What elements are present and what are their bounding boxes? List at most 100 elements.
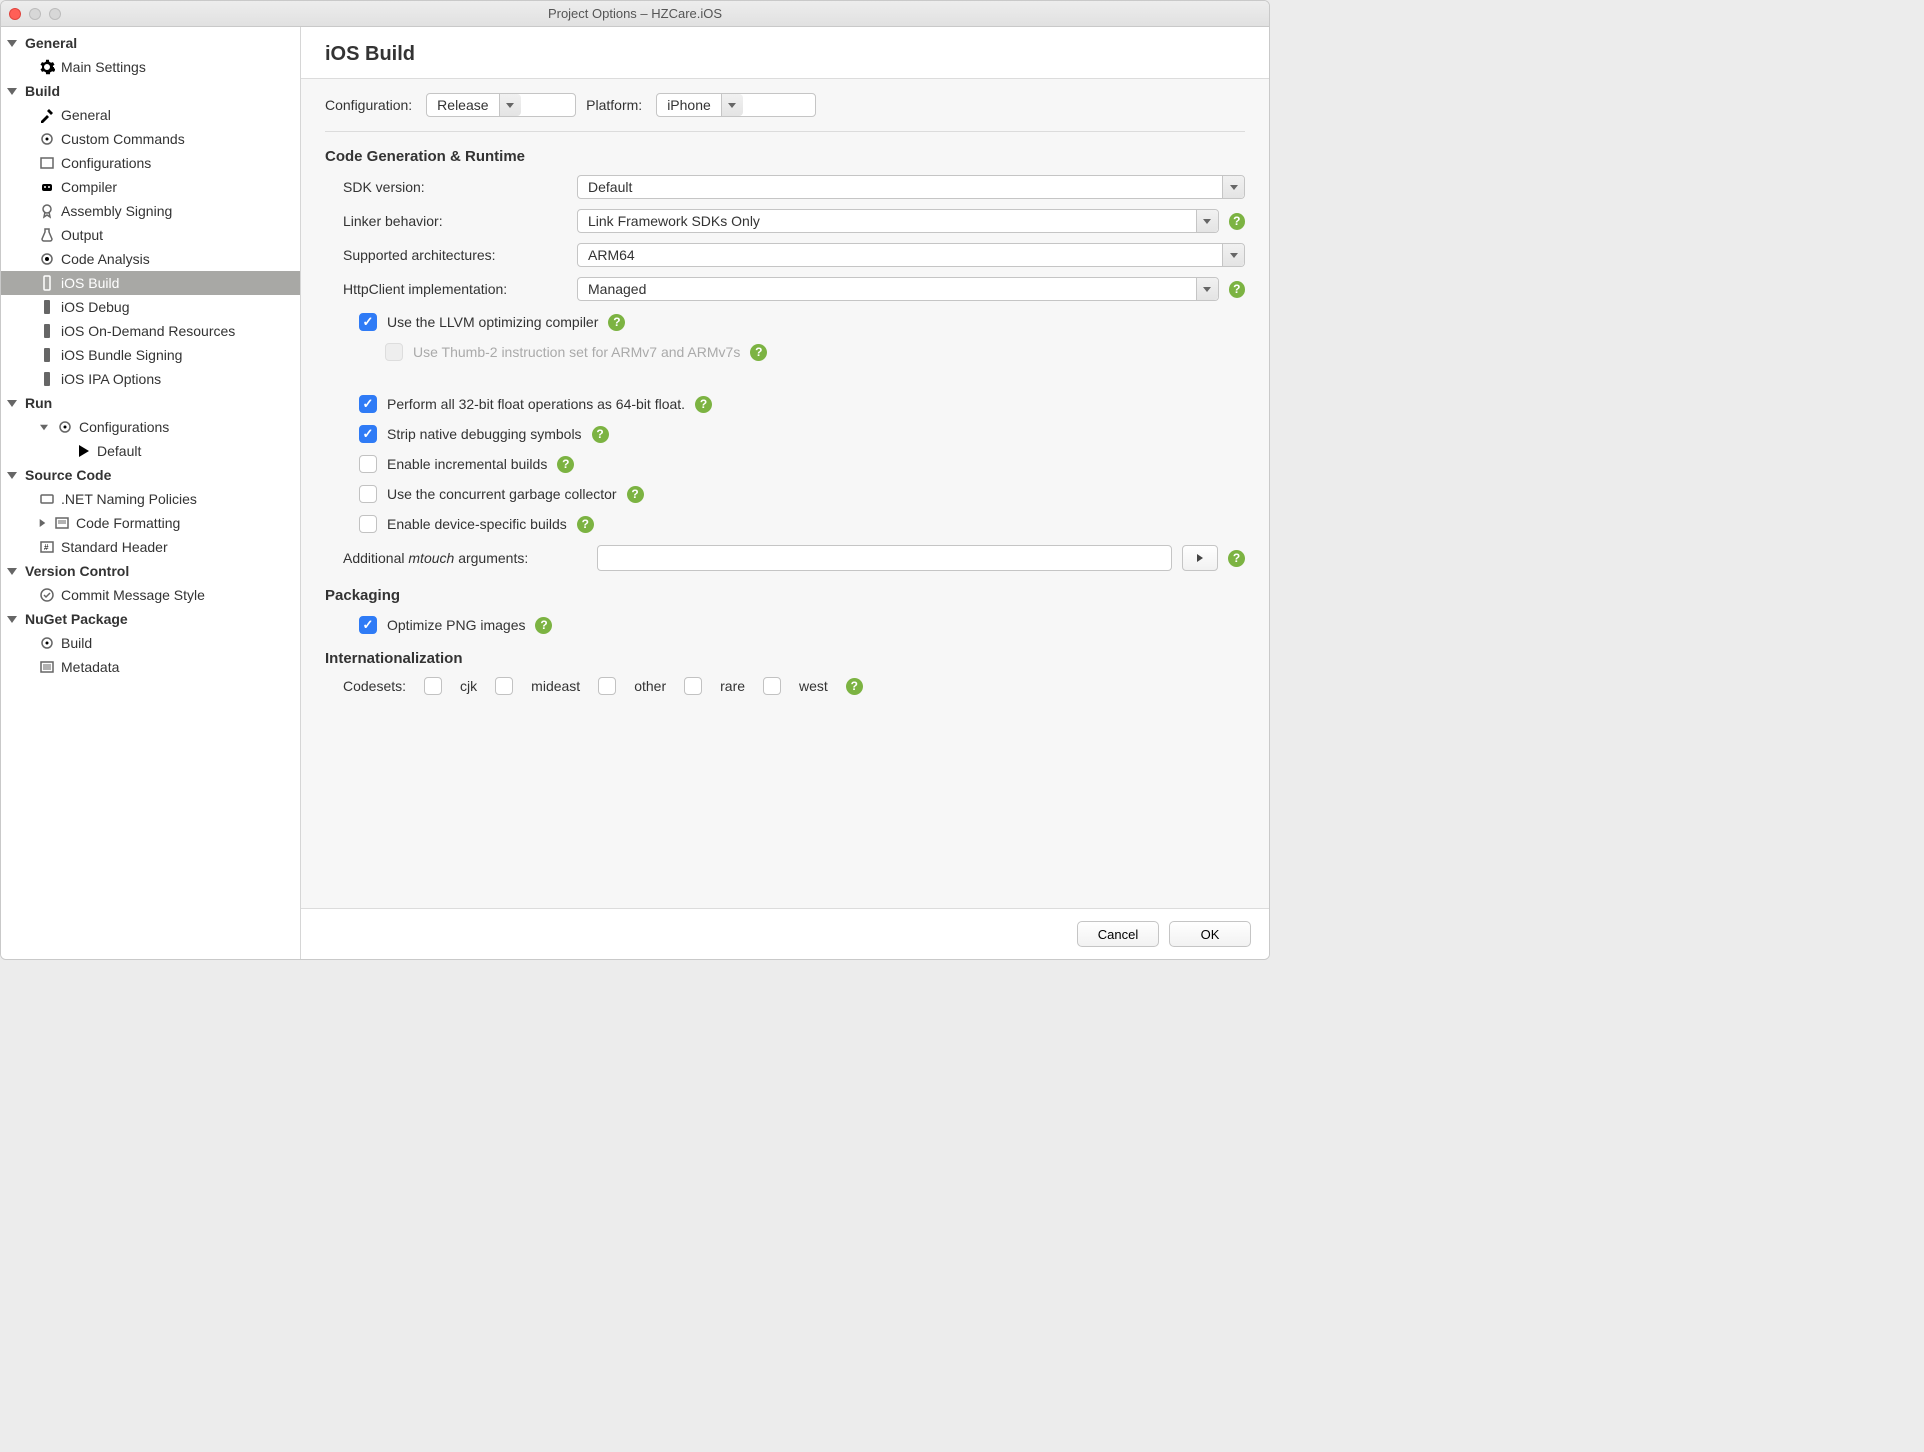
main-panel: iOS Build Configuration: Release Platfor… [301, 27, 1269, 959]
page-title: iOS Build [325, 43, 1245, 66]
sidebar-item-run-configurations[interactable]: Configurations [1, 415, 300, 439]
window-icon [39, 155, 55, 171]
titlebar: Project Options – HZCare.iOS [1, 1, 1269, 27]
codeset-other-checkbox[interactable] [598, 677, 616, 695]
codeset-mideast-checkbox[interactable] [495, 677, 513, 695]
sidebar-item-code-analysis[interactable]: Code Analysis [1, 247, 300, 271]
gear-icon [57, 419, 73, 435]
gc-checkbox[interactable] [359, 485, 377, 503]
help-icon[interactable]: ? [627, 486, 644, 503]
chevron-down-icon [1222, 176, 1244, 198]
httpclient-select[interactable]: Managed [577, 277, 1219, 301]
help-icon[interactable]: ? [535, 617, 552, 634]
hash-icon: # [39, 539, 55, 555]
card-icon [39, 491, 55, 507]
sidebar-item-main-settings[interactable]: Main Settings [1, 55, 300, 79]
chevron-down-icon [721, 94, 743, 116]
sidebar-item-standard-header[interactable]: #Standard Header [1, 535, 300, 559]
chevron-down-icon [1196, 278, 1218, 300]
sidebar-section-run[interactable]: Run [1, 391, 300, 415]
sidebar-item-ios-debug[interactable]: iOS Debug [1, 295, 300, 319]
project-options-window: Project Options – HZCare.iOS General Mai… [0, 0, 1270, 960]
list-icon [39, 659, 55, 675]
sidebar-item-nuget-build[interactable]: Build [1, 631, 300, 655]
configuration-select[interactable]: Release [426, 93, 576, 117]
platform-select[interactable]: iPhone [656, 93, 816, 117]
chevron-down-icon [40, 424, 48, 430]
dialog-footer: Cancel OK [301, 908, 1269, 959]
help-icon[interactable]: ? [695, 396, 712, 413]
phone-icon [39, 275, 55, 291]
list-icon [54, 515, 70, 531]
mtouch-arguments-input[interactable] [597, 545, 1172, 571]
sidebar-item-code-formatting[interactable]: Code Formatting [1, 511, 300, 535]
help-icon[interactable]: ? [577, 516, 594, 533]
phone-icon [39, 299, 55, 315]
phone-icon [39, 323, 55, 339]
check-icon [39, 587, 55, 603]
codeset-west-checkbox[interactable] [763, 677, 781, 695]
sidebar: General Main Settings Build General Cust… [1, 27, 301, 959]
png-checkbox[interactable] [359, 616, 377, 634]
ok-button[interactable]: OK [1169, 921, 1251, 947]
chevron-down-icon [7, 88, 17, 95]
help-icon[interactable]: ? [750, 344, 767, 361]
sidebar-section-build[interactable]: Build [1, 79, 300, 103]
llvm-checkbox[interactable] [359, 313, 377, 331]
help-icon[interactable]: ? [1229, 281, 1245, 298]
sidebar-item-custom-commands[interactable]: Custom Commands [1, 127, 300, 151]
mtouch-expand-button[interactable] [1182, 545, 1218, 571]
sidebar-item-assembly-signing[interactable]: Assembly Signing [1, 199, 300, 223]
float-checkbox[interactable] [359, 395, 377, 413]
chevron-down-icon [7, 568, 17, 575]
help-icon[interactable]: ? [1228, 550, 1245, 567]
sidebar-item-output[interactable]: Output [1, 223, 300, 247]
gear-icon [39, 635, 55, 651]
arch-select[interactable]: ARM64 [577, 243, 1245, 267]
sidebar-item-ios-bundle-signing[interactable]: iOS Bundle Signing [1, 343, 300, 367]
sidebar-item-naming-policies[interactable]: .NET Naming Policies [1, 487, 300, 511]
incremental-checkbox[interactable] [359, 455, 377, 473]
gear-icon [39, 131, 55, 147]
codeset-rare-checkbox[interactable] [684, 677, 702, 695]
sidebar-item-configurations[interactable]: Configurations [1, 151, 300, 175]
sdk-version-select[interactable]: Default [577, 175, 1245, 199]
sidebar-item-compiler[interactable]: Compiler [1, 175, 300, 199]
sidebar-section-nuget[interactable]: NuGet Package [1, 607, 300, 631]
arch-label: Supported architectures: [343, 247, 563, 263]
svg-text:#: # [44, 543, 49, 552]
sidebar-item-ios-ondemand[interactable]: iOS On-Demand Resources [1, 319, 300, 343]
sidebar-item-run-default[interactable]: Default [1, 439, 300, 463]
help-icon[interactable]: ? [608, 314, 625, 331]
badge-icon [39, 203, 55, 219]
sidebar-section-general[interactable]: General [1, 31, 300, 55]
help-icon[interactable]: ? [592, 426, 609, 443]
sidebar-section-source-code[interactable]: Source Code [1, 463, 300, 487]
strip-checkbox[interactable] [359, 425, 377, 443]
codesets-label: Codesets: [343, 678, 406, 694]
sidebar-section-version-control[interactable]: Version Control [1, 559, 300, 583]
sidebar-item-build-general[interactable]: General [1, 103, 300, 127]
help-icon[interactable]: ? [846, 678, 863, 695]
chevron-down-icon [7, 616, 17, 623]
robot-icon [39, 179, 55, 195]
help-icon[interactable]: ? [1229, 213, 1245, 230]
phone-icon [39, 347, 55, 363]
hammer-icon [39, 107, 55, 123]
flask-icon [39, 227, 55, 243]
radio-icon [39, 251, 55, 267]
chevron-down-icon [499, 94, 521, 116]
sidebar-item-nuget-metadata[interactable]: Metadata [1, 655, 300, 679]
codeset-cjk-checkbox[interactable] [424, 677, 442, 695]
window-title: Project Options – HZCare.iOS [1, 6, 1269, 21]
chevron-right-icon [40, 519, 46, 527]
linker-behavior-select[interactable]: Link Framework SDKs Only [577, 209, 1219, 233]
sidebar-item-ios-ipa-options[interactable]: iOS IPA Options [1, 367, 300, 391]
phone-icon [39, 371, 55, 387]
cancel-button[interactable]: Cancel [1077, 921, 1159, 947]
device-checkbox[interactable] [359, 515, 377, 533]
sidebar-item-ios-build[interactable]: iOS Build [1, 271, 300, 295]
sidebar-item-commit-style[interactable]: Commit Message Style [1, 583, 300, 607]
help-icon[interactable]: ? [557, 456, 574, 473]
chevron-down-icon [7, 472, 17, 479]
